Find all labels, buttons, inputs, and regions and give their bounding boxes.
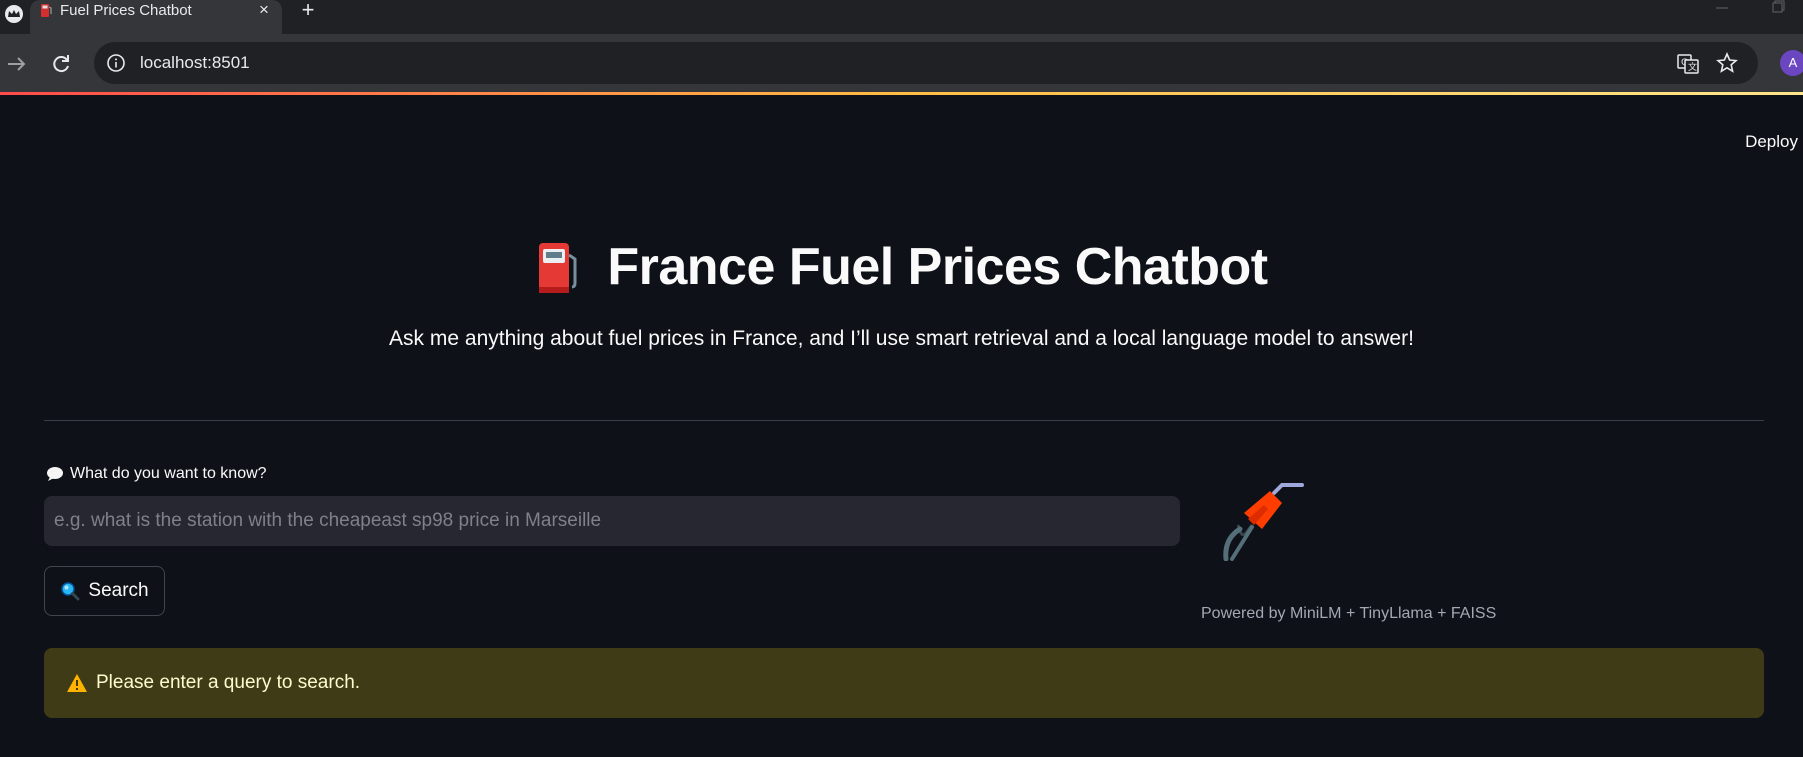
crown-extension-icon[interactable] — [4, 4, 24, 24]
warning-alert: Please enter a query to search. — [44, 648, 1764, 718]
subtitle: Ask me anything about fuel prices in Fra… — [389, 327, 1414, 350]
query-label: What do you want to know? — [46, 465, 267, 483]
fuel-pump-icon — [535, 239, 581, 295]
header: France Fuel Prices Chatbot — [0, 237, 1803, 300]
tab-close-icon[interactable]: × — [254, 0, 274, 20]
search-button-label: Search — [88, 580, 149, 601]
divider — [44, 420, 1764, 421]
site-info-icon[interactable] — [106, 53, 126, 73]
browser-tab-active[interactable]: Fuel Prices Chatbot × — [30, 0, 282, 34]
url-text[interactable]: localhost:8501 — [140, 53, 250, 73]
search-button[interactable]: Search — [44, 566, 165, 616]
translate-icon[interactable]: G文 — [1676, 52, 1700, 76]
reload-icon[interactable] — [48, 51, 74, 77]
fuel-nozzle-icon — [1212, 473, 1308, 562]
powered-by-caption: Powered by MiniLM + TinyLlama + FAISS — [1201, 605, 1497, 622]
page-title-row: France Fuel Prices Chatbot — [535, 237, 1268, 297]
address-bar[interactable]: localhost:8501 G文 — [94, 42, 1758, 84]
new-tab-button[interactable]: + — [296, 0, 320, 21]
browser-tabstrip: Fuel Prices Chatbot × + — [0, 0, 1803, 34]
window-restore-icon[interactable] — [1768, 0, 1788, 16]
profile-avatar[interactable]: A — [1780, 50, 1803, 76]
magnifier-icon — [60, 581, 80, 601]
query-input[interactable] — [44, 496, 1180, 546]
fuel-pump-icon — [38, 2, 54, 18]
app-main: Deploy France Fuel Prices Chatbot Ask me… — [0, 95, 1803, 757]
deploy-button[interactable]: Deploy — [1718, 127, 1798, 157]
speech-bubble-icon — [46, 466, 64, 482]
browser-toolbar: localhost:8501 G文 A — [0, 34, 1803, 92]
tab-title: Fuel Prices Chatbot — [60, 2, 192, 19]
warning-icon — [66, 673, 88, 693]
forward-arrow-icon[interactable] — [4, 51, 30, 77]
query-label-text: What do you want to know? — [70, 465, 267, 482]
window-minimize-icon[interactable] — [1712, 0, 1732, 16]
bookmark-star-icon[interactable] — [1716, 51, 1738, 74]
svg-text:文: 文 — [1688, 61, 1697, 73]
page-title: France Fuel Prices Chatbot — [607, 238, 1268, 296]
warning-text: Please enter a query to search. — [96, 672, 361, 693]
